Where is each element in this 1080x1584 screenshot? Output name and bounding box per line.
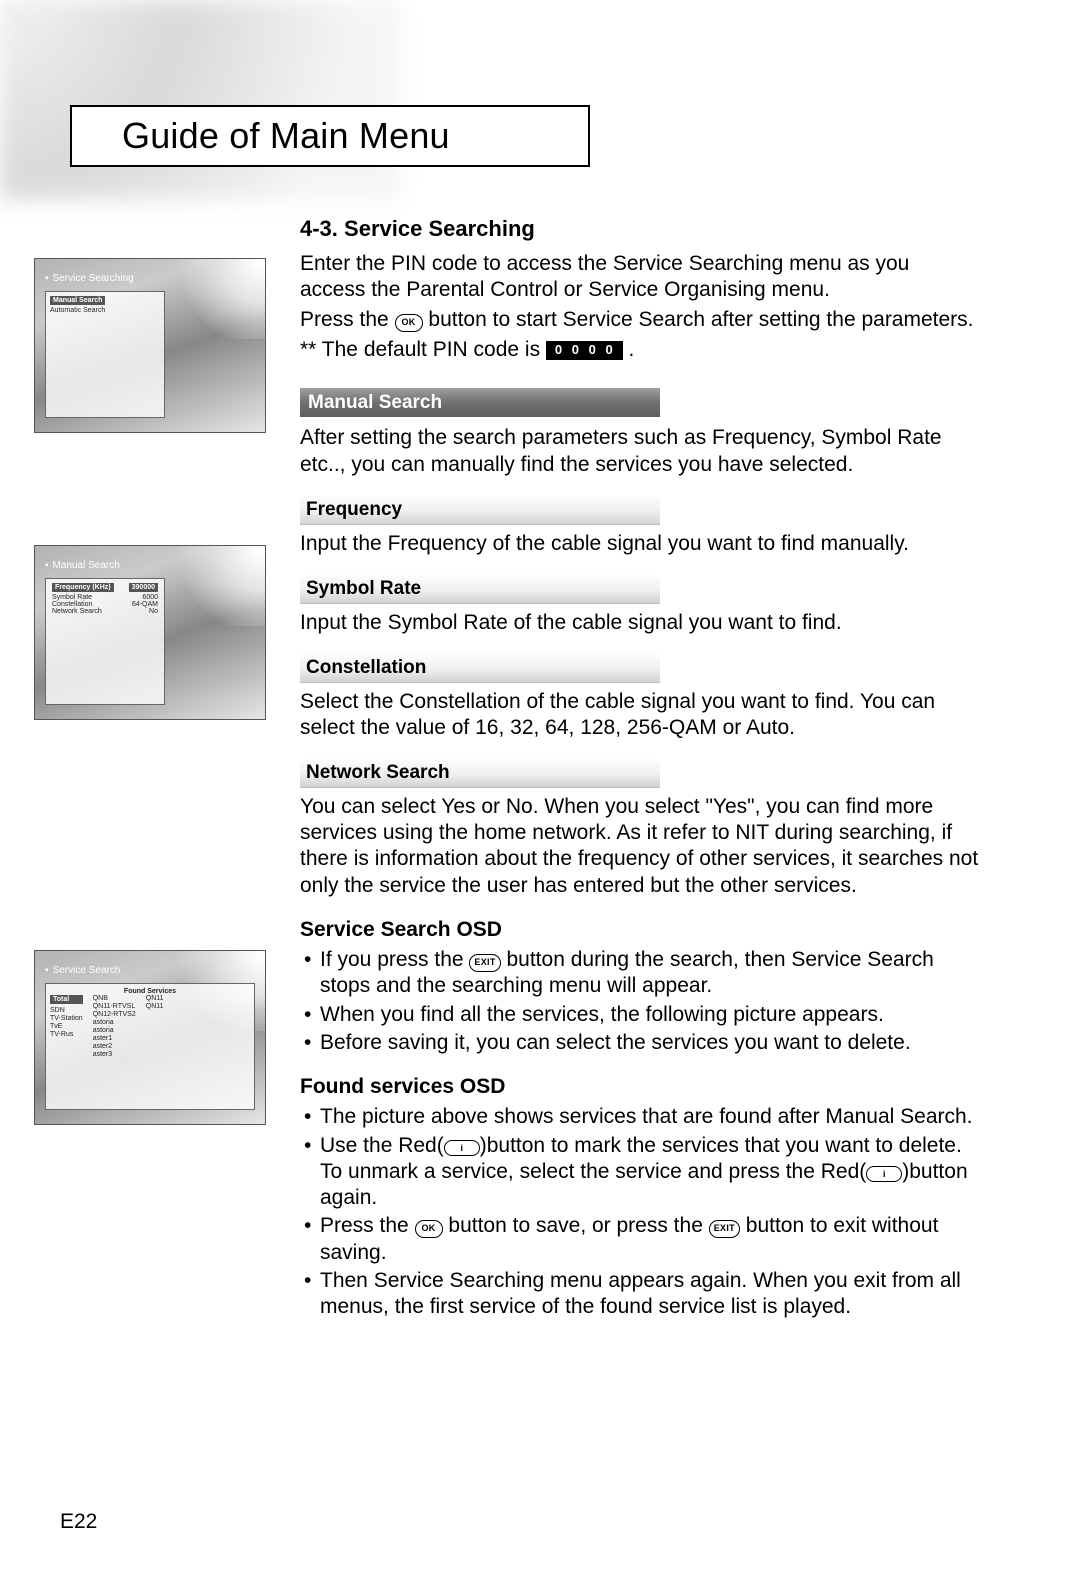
intro-text-b: Press the OK button to start Service Sea… xyxy=(300,307,980,333)
found-services-osd-list: The picture above shows services that ar… xyxy=(300,1104,980,1320)
red-i-button-icon: i xyxy=(444,1140,480,1156)
subheader-constellation: Constellation xyxy=(300,654,660,683)
subheader-manual-search: Manual Search xyxy=(300,388,660,418)
header-service-search-osd: Service Search OSD xyxy=(300,917,980,943)
exit-button-icon: EXIT xyxy=(469,954,500,972)
symbol-rate-text: Input the Symbol Rate of the cable signa… xyxy=(300,610,980,636)
red-i-button-icon: i xyxy=(866,1166,902,1182)
main-content: 4-3. Service Searching Enter the PIN cod… xyxy=(300,215,980,1322)
constellation-text: Select the Constellation of the cable si… xyxy=(300,689,980,742)
pin-code-badge: 0 0 0 0 xyxy=(546,341,623,359)
subheader-symbol-rate: Symbol Rate xyxy=(300,575,660,604)
manual-search-text: After setting the search parameters such… xyxy=(300,425,980,478)
screenshot-manual-search: ▪Manual Search Frequency (KHz)390000 Sym… xyxy=(34,545,266,720)
subheader-network-search: Network Search xyxy=(300,759,660,788)
network-search-text: You can select Yes or No. When you selec… xyxy=(300,794,980,899)
screenshot-service-searching: ▪Service Searching Manual Search Automat… xyxy=(34,258,266,433)
pin-note: ** The default PIN code is 0 0 0 0 . xyxy=(300,337,980,363)
intro-text-a: Enter the PIN code to access the Service… xyxy=(300,251,980,304)
exit-button-icon: EXIT xyxy=(709,1220,740,1238)
subheader-frequency: Frequency xyxy=(300,496,660,525)
page-gradient xyxy=(0,0,400,200)
page-number: E22 xyxy=(60,1510,97,1534)
chapter-title: Guide of Main Menu xyxy=(70,105,590,167)
ok-button-icon: OK xyxy=(395,314,423,332)
header-found-services-osd: Found services OSD xyxy=(300,1074,980,1100)
frequency-text: Input the Frequency of the cable signal … xyxy=(300,531,980,557)
service-search-osd-list: If you press the EXIT button during the … xyxy=(300,947,980,1056)
screenshot-found-services: ▪Service Search Found Services Total SDN… xyxy=(34,950,266,1125)
ok-button-icon: OK xyxy=(415,1220,443,1238)
section-title: 4-3. Service Searching xyxy=(300,215,980,243)
